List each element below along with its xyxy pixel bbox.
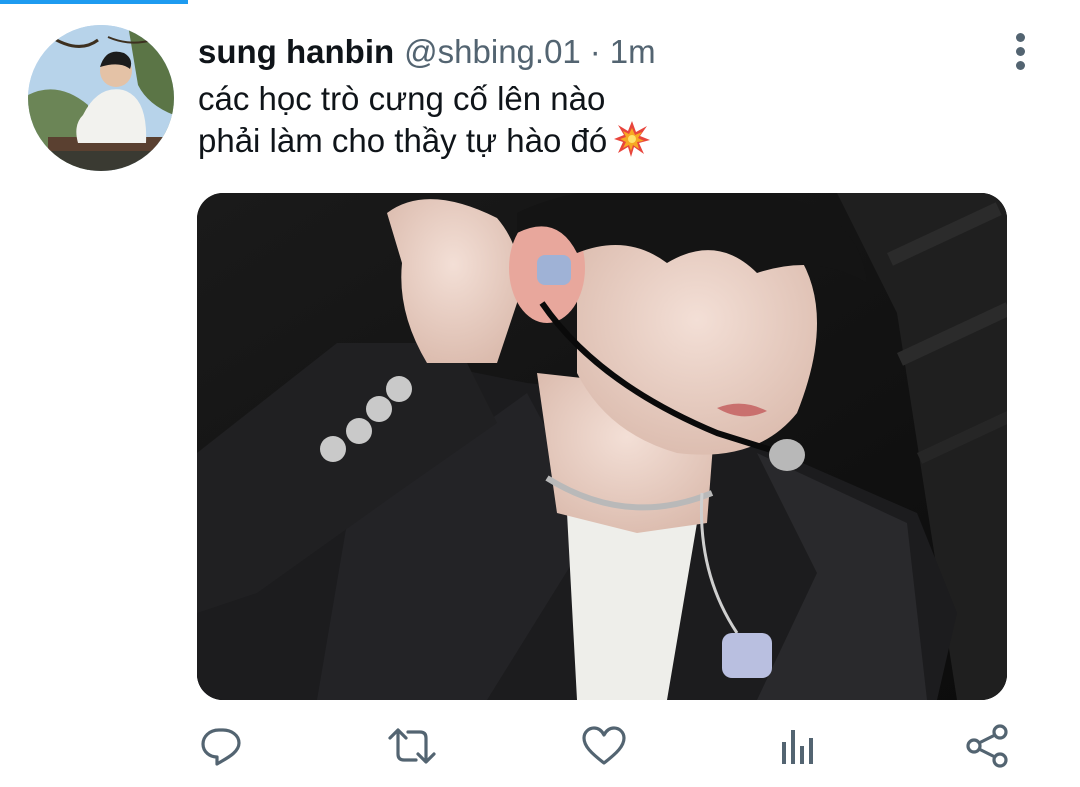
tweet-text: các học trò cưng cố lên nào phải làm cho… xyxy=(198,78,998,168)
like-button[interactable] xyxy=(578,718,630,774)
tweet-text-line-with-emoji: phải làm cho thầy tự hào đó xyxy=(198,120,998,168)
retweet-button[interactable] xyxy=(386,718,438,774)
tweet-header: sung hanbin @shbing.01 · 1m xyxy=(198,30,656,74)
tweet-text-line: phải làm cho thầy tự hào đó xyxy=(198,122,608,159)
share-icon xyxy=(966,724,1008,768)
tweet-actions xyxy=(0,718,1080,774)
tweet-text-line: các học trò cưng cố lên nào xyxy=(198,80,606,117)
tweet-photo[interactable] xyxy=(197,193,1007,700)
photo-image xyxy=(197,193,1007,700)
share-button[interactable] xyxy=(962,718,1014,774)
collision-emoji-icon xyxy=(613,120,651,168)
more-vertical-icon[interactable] xyxy=(1006,30,1036,72)
views-icon xyxy=(782,730,813,764)
reply-icon xyxy=(201,728,241,766)
display-name[interactable]: sung hanbin xyxy=(198,30,394,74)
like-icon xyxy=(582,726,626,765)
timestamp[interactable]: 1m xyxy=(610,30,656,74)
separator-dot: · xyxy=(589,33,601,70)
avatar[interactable] xyxy=(28,25,174,171)
reply-button[interactable] xyxy=(195,718,247,774)
views-button[interactable] xyxy=(770,718,822,774)
retweet-icon xyxy=(388,728,436,764)
avatar-image xyxy=(28,25,174,171)
active-tab-indicator xyxy=(0,0,188,4)
user-handle[interactable]: @shbing.01 xyxy=(404,30,581,74)
